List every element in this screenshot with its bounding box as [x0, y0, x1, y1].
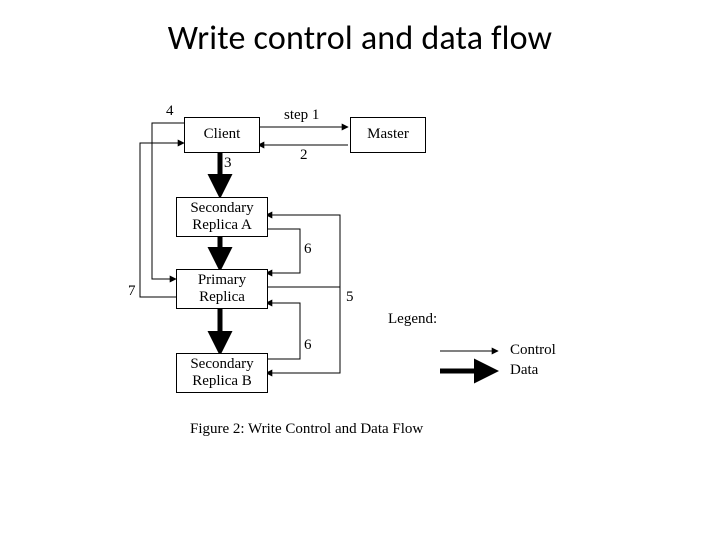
node-client: Client	[184, 117, 260, 153]
node-primary: Primary Replica	[176, 269, 268, 309]
arrow-step6-bottom	[266, 303, 300, 359]
legend-control-label: Control	[510, 342, 556, 359]
label-step6b: 6	[304, 337, 312, 354]
label-step1: step 1	[284, 107, 319, 124]
label-step3: 3	[224, 155, 232, 172]
node-secondary-b: Secondary Replica B	[176, 353, 268, 393]
label-step2: 2	[300, 147, 308, 164]
legend-data-label: Data	[510, 362, 538, 379]
arrow-step6-top	[266, 229, 300, 273]
diagram-stage: Client Master Secondary Replica A Primar…	[0, 59, 720, 539]
page-title: Write control and data flow	[0, 0, 720, 59]
arrow-step5-down	[266, 287, 340, 373]
arrow-step5-up	[266, 215, 340, 287]
label-step7: 7	[128, 283, 136, 300]
node-master: Master	[350, 117, 426, 153]
label-step5: 5	[346, 289, 354, 306]
node-secondary-a: Secondary Replica A	[176, 197, 268, 237]
legend-title: Legend:	[388, 311, 437, 328]
label-step6a: 6	[304, 241, 312, 258]
label-step4: 4	[166, 103, 174, 120]
figure-caption: Figure 2: Write Control and Data Flow	[190, 421, 423, 438]
